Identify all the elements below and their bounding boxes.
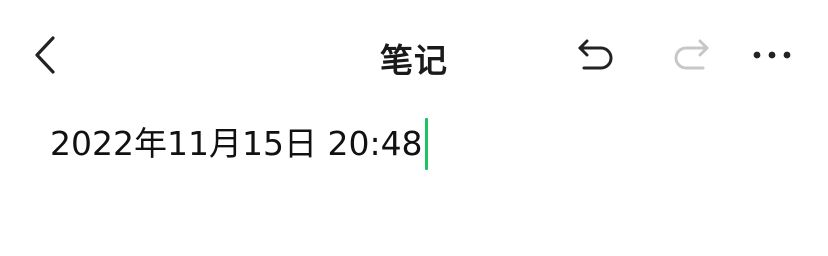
top-navigation-bar: 笔记 (0, 0, 828, 110)
redo-button[interactable] (665, 30, 715, 80)
note-editor-screen: 笔记 2022年11月15日 20:48 (0, 0, 828, 256)
more-options-button[interactable] (747, 30, 797, 80)
redo-icon (674, 39, 709, 70)
chevron-left-icon (35, 36, 55, 74)
back-button[interactable] (22, 30, 68, 80)
more-horizontal-icon (753, 51, 791, 59)
undo-button[interactable] (572, 30, 622, 80)
undo-icon (578, 39, 613, 70)
text-cursor (424, 118, 428, 170)
note-content-text[interactable]: 2022年11月15日 20:48 (50, 122, 423, 166)
note-content-editor[interactable]: 2022年11月15日 20:48 (50, 114, 798, 174)
